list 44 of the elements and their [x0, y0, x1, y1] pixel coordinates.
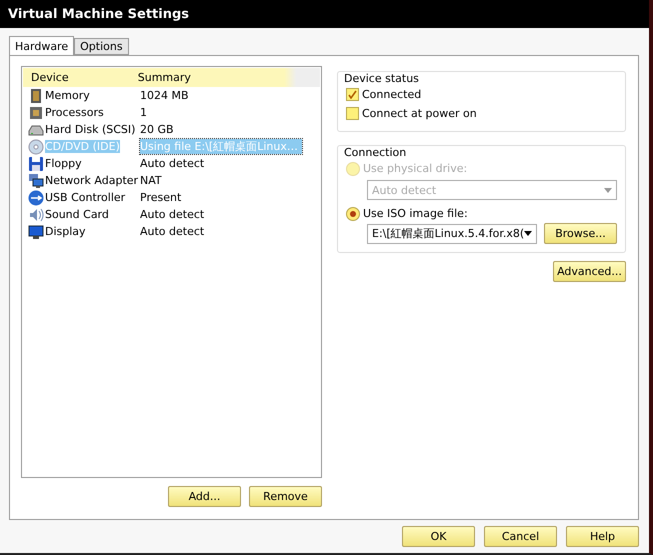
device-summary[interactable]: 20 GB	[140, 123, 178, 136]
tab[interactable]: Options	[74, 38, 129, 55]
device-summary[interactable]: Present	[140, 191, 186, 204]
monitor-icon	[28, 224, 44, 240]
iso-path-dropdown[interactable]: E:\[紅帽桌面Linux.5.4.for.x8(	[367, 224, 537, 244]
dropdown-arrow-icon	[524, 231, 532, 236]
column-header[interactable]: Summary	[130, 71, 320, 84]
device-name[interactable]: Memory	[45, 89, 90, 102]
device-summary[interactable]: Auto detect	[140, 157, 208, 170]
radio-label[interactable]: Use ISO image file:	[363, 207, 468, 220]
browse-button[interactable]: Browse...	[544, 223, 617, 244]
device-name[interactable]: Processors	[45, 106, 104, 119]
memory-chip-icon	[28, 88, 44, 104]
help-button[interactable]: Help	[566, 526, 639, 547]
checkbox-label[interactable]: Connect at power on	[362, 107, 477, 120]
device-summary[interactable]: Auto detect	[140, 208, 208, 221]
remove-button[interactable]: Remove	[249, 486, 322, 507]
checkbox-label[interactable]: Connected	[362, 88, 422, 101]
device-name[interactable]: Network Adapter	[45, 174, 138, 187]
checkbox[interactable]	[346, 107, 359, 120]
device-name[interactable]: Hard Disk (SCSI)	[45, 123, 136, 136]
usb-icon	[28, 190, 44, 206]
add-button[interactable]: Add...	[168, 486, 241, 507]
device-name[interactable]: Display	[45, 225, 86, 238]
dropdown-arrow-icon	[604, 188, 612, 192]
device-name[interactable]: Sound Card	[45, 208, 109, 221]
device-summary[interactable]: 1	[140, 106, 151, 119]
column-header[interactable]: Device	[23, 71, 130, 84]
speaker-icon	[28, 206, 44, 222]
radio-button[interactable]	[346, 206, 360, 220]
device-summary[interactable]: 1024 MB	[140, 89, 193, 102]
device-name[interactable]: Floppy	[45, 157, 82, 170]
processor-chip-icon	[28, 104, 44, 120]
ok-button[interactable]: OK	[402, 526, 475, 547]
window-title: Virtual Machine Settings	[8, 6, 190, 22]
checkbox[interactable]	[346, 88, 359, 101]
device-summary[interactable]: NAT	[140, 174, 166, 187]
cancel-button[interactable]: Cancel	[484, 526, 557, 547]
advanced-button[interactable]: Advanced...	[553, 261, 626, 282]
tab[interactable]: Hardware	[9, 36, 74, 56]
device-name[interactable]: USB Controller	[45, 191, 126, 204]
device-summary[interactable]: Auto detect	[140, 225, 208, 238]
disc-icon	[28, 138, 44, 154]
network-computers-icon	[28, 172, 44, 188]
